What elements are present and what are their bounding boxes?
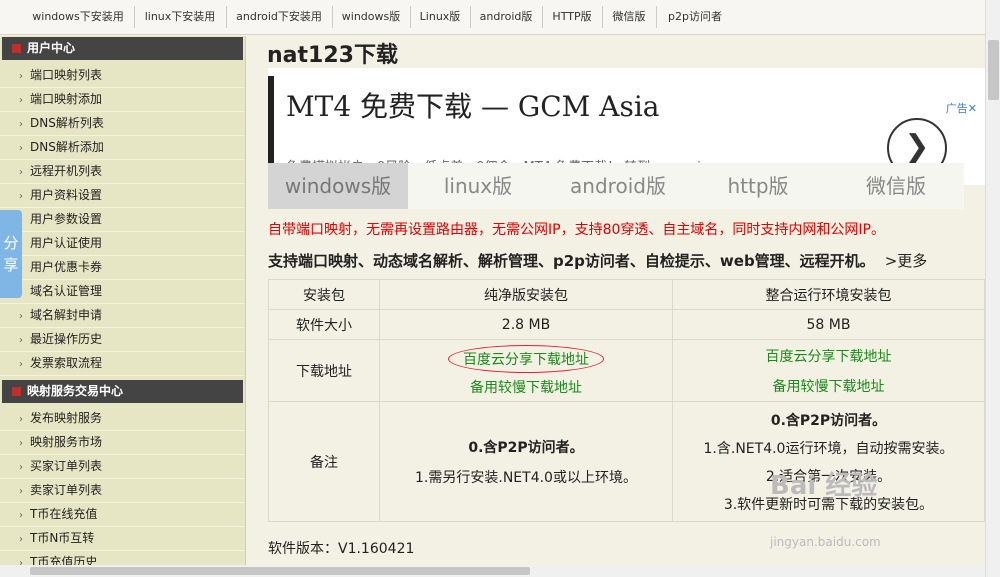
arrow-right-icon: › (19, 191, 23, 202)
baidu-download-link-full[interactable]: 百度云分享下载地址 (673, 346, 984, 366)
sidebar-item[interactable]: › 买家订单列表 (0, 454, 244, 479)
arrow-right-icon: › (19, 414, 23, 425)
arrow-right-icon: › (19, 359, 23, 370)
sidebar-item[interactable]: ›用户优惠卡券 (0, 255, 244, 280)
sidebar-item[interactable]: › 端口映射列表 (0, 63, 244, 88)
top-tab-android[interactable]: android版 (470, 6, 543, 28)
tab-android[interactable]: android版 (548, 163, 688, 209)
arrow-right-icon: › (19, 119, 23, 130)
ad-close-tag[interactable]: 广告✕ (946, 100, 977, 116)
watermark-url: jingyan.baidu.com (770, 535, 881, 549)
sidebar-item[interactable]: › 最近操作历史 (0, 327, 244, 352)
vertical-scrollbar[interactable] (985, 0, 1000, 577)
tab-linux[interactable]: linux版 (408, 163, 548, 209)
tab-windows[interactable]: windows版 (268, 163, 408, 209)
sidebar-item[interactable]: › DNS解析添加 (0, 135, 244, 160)
arrow-right-icon: › (19, 95, 23, 106)
top-tab-linux[interactable]: Linux版 (410, 6, 471, 28)
top-tab-wechat[interactable]: 微信版 (602, 6, 657, 28)
download-tabs: windows版 linux版 android版 http版 微信版 (268, 163, 964, 209)
ad-title[interactable]: MT4 免费下载 — GCM Asia (286, 85, 659, 125)
sidebar-item[interactable]: › 映射服务市场 (0, 430, 244, 455)
arrow-right-icon: › (19, 311, 23, 322)
sidebar: 用户中心 › 端口映射列表 › 端口映射添加 › DNS解析列表 › DNS解析添加 ›… (0, 36, 246, 577)
scrollbar-thumb[interactable] (30, 567, 530, 575)
sidebar-section-user-center: 用户中心 (2, 37, 243, 60)
table-cell: 软件大小 (268, 309, 380, 340)
table-cell: 百度云分享下载地址 备用较慢下载地址 (672, 339, 985, 402)
sidebar-item[interactable]: ›用户参数设置 (0, 207, 244, 232)
top-tab-windows[interactable]: windows版 (332, 6, 411, 28)
tab-wechat[interactable]: 微信版 (828, 163, 964, 209)
sidebar-item[interactable]: › T币N币互转 (0, 526, 244, 551)
backup-download-link-pure[interactable]: 备用较慢下载地址 (380, 377, 672, 397)
arrow-right-icon: › (19, 167, 23, 178)
red-square-icon (12, 44, 21, 53)
share-button[interactable]: 分享 (0, 210, 22, 298)
sidebar-item[interactable]: › DNS解析列表 (0, 111, 244, 136)
arrow-right-icon: › (19, 335, 23, 346)
table-row: 软件大小 2.8 MB 58 MB (268, 309, 985, 340)
feature-highlight: 自带端口映射，无需再设置路由器，无需公网IP，支持80穿透、自主域名，同时支持内… (268, 222, 885, 238)
table-cell: 2.8 MB (379, 309, 673, 340)
sidebar-item[interactable]: › 卖家订单列表 (0, 478, 244, 503)
more-link[interactable]: >更多 (885, 252, 928, 270)
page-title: nat123下载 (267, 43, 398, 68)
arrow-right-icon: › (19, 510, 23, 521)
arrow-right-icon: › (19, 438, 23, 449)
backup-download-link-full[interactable]: 备用较慢下载地址 (673, 376, 984, 396)
table-header: 安装包 (268, 279, 380, 310)
sidebar-item[interactable]: ›域名认证管理 (0, 279, 244, 304)
arrow-right-icon: › (19, 143, 23, 154)
tab-http[interactable]: http版 (688, 163, 828, 209)
table-row: 安装包 纯净版安装包 整合运行环境安装包 (268, 279, 985, 310)
arrow-right-icon: › (19, 462, 23, 473)
arrow-right-icon: › (19, 71, 23, 82)
horizontal-scrollbar[interactable] (0, 565, 985, 577)
note-text: 0.含P2P访问者。 (770, 412, 887, 429)
note-text: 1.含.NET4.0运行环境，自动按需安装。 (703, 440, 954, 457)
top-tab-p2p[interactable]: p2p访问者 (656, 6, 734, 28)
table-header: 整合运行环境安装包 (672, 279, 985, 310)
sidebar-item[interactable]: › T币在线充值 (0, 502, 244, 527)
note-text: 0.含P2P访问者。 (468, 439, 584, 456)
top-tab-android-install[interactable]: android下安装用 (226, 6, 333, 28)
table-cell: 下载地址 (268, 339, 380, 402)
table-cell: 备注 (268, 401, 380, 522)
table-cell: 百度云分享下载地址 备用较慢下载地址 (379, 339, 673, 402)
sidebar-section-trade-center: 映射服务交易中心 (2, 380, 243, 403)
top-tab-windows-install[interactable]: windows下安装用 (22, 6, 135, 28)
sidebar-item[interactable]: › 发布映射服务 (0, 406, 244, 431)
sidebar-item[interactable]: › 用户资料设置 (0, 183, 244, 208)
feature-summary: 支持端口映射、动态域名解析、解析管理、p2p访问者、自检提示、web管理、远程开… (268, 252, 928, 270)
arrow-right-icon: › (19, 486, 23, 497)
table-row: 下载地址 百度云分享下载地址 备用较慢下载地址 百度云分享下载地址 备用较慢下载… (268, 339, 985, 402)
note-text: 1.需另行安装.NET4.0或以上环境。 (415, 469, 637, 486)
sidebar-item[interactable]: › 发票索取流程 (0, 351, 244, 376)
sidebar-item[interactable]: › 远程开机列表 (0, 159, 244, 184)
top-tab-http[interactable]: HTTP版 (542, 6, 603, 28)
watermark: Bai 经验 (770, 471, 878, 501)
red-square-icon (12, 387, 21, 396)
sidebar-item[interactable]: › 端口映射添加 (0, 87, 244, 112)
scrollbar-thumb[interactable] (988, 40, 999, 100)
ad-accent-bar (268, 76, 274, 172)
sidebar-item[interactable]: ›用户认证使用 (0, 231, 244, 256)
table-header: 纯净版安装包 (379, 279, 673, 310)
table-row: 备注 0.含P2P访问者。 1.需另行安装.NET4.0或以上环境。 0.含P2… (268, 401, 985, 522)
table-cell: 0.含P2P访问者。 1.需另行安装.NET4.0或以上环境。 (379, 401, 673, 522)
table-cell: 0.含P2P访问者。 1.含.NET4.0运行环境，自动按需安装。 2.适合第一… (672, 401, 985, 522)
top-tab-linux-install[interactable]: linux下安装用 (134, 6, 227, 28)
table-cell: 58 MB (672, 309, 985, 340)
arrow-right-icon: › (19, 534, 23, 545)
software-version: 软件版本：V1.160421 (268, 541, 415, 557)
sidebar-item[interactable]: › 域名解封申请 (0, 303, 244, 328)
download-table: 安装包 纯净版安装包 整合运行环境安装包 软件大小 2.8 MB 58 MB 下… (268, 279, 985, 522)
top-nav-bar: windows下安装用 linux下安装用 android下安装用 window… (0, 0, 985, 35)
baidu-download-link-pure[interactable]: 百度云分享下载地址 (448, 344, 604, 373)
